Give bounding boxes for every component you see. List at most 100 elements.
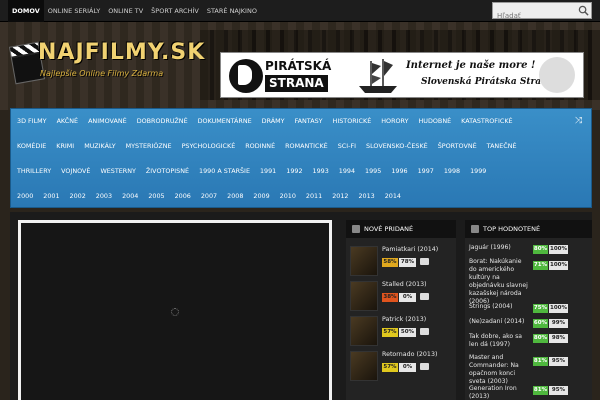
- video-camera-icon: [420, 293, 429, 300]
- genre-link-2002[interactable]: 2002: [65, 184, 91, 209]
- movie-title[interactable]: Generation Iron (2013): [469, 385, 529, 400]
- shuffle-icon[interactable]: ⤨: [575, 116, 585, 126]
- genre-link-zivotopisne[interactable]: ŽIVOTOPISNÉ: [141, 159, 194, 184]
- genre-link-1992[interactable]: 1992: [281, 159, 307, 184]
- banner-party-full-name: Slovenská Pirátska Strana: [421, 77, 554, 87]
- panel-header: TOP HODNOTENÉ: [465, 220, 592, 238]
- genre-link-2011[interactable]: 2011: [301, 184, 327, 209]
- genre-link-2012[interactable]: 2012: [327, 184, 353, 209]
- video-camera-icon: [420, 363, 429, 370]
- genre-link-tanecne[interactable]: TANEČNÉ: [482, 134, 522, 159]
- topnav-online-serialy[interactable]: ONLINE SERIÁLY: [44, 0, 104, 22]
- rating-badge: 38%: [382, 293, 398, 302]
- site-logo[interactable]: NAJFILMY.SK: [38, 40, 205, 65]
- movie-poster[interactable]: [350, 316, 378, 346]
- genre-link-2005[interactable]: 2005: [143, 184, 169, 209]
- rating-badge: 81%: [533, 386, 548, 395]
- genre-link-animovane[interactable]: ANIMOVANÉ: [83, 109, 132, 134]
- genre-link-katastroficke[interactable]: KATASTROFICKÉ: [456, 109, 517, 134]
- genre-link-rodinne[interactable]: RODINNÉ: [240, 134, 280, 159]
- rating-badge: 71%: [533, 261, 548, 270]
- list-item[interactable]: Pamiatkari (2014) 58% 78%: [350, 246, 454, 278]
- movie-title[interactable]: Strings (2004): [469, 303, 529, 311]
- film-icon: [471, 225, 479, 233]
- genre-link-psychologicke[interactable]: PSYCHOLOGICKÉ: [177, 134, 241, 159]
- movie-title[interactable]: Tak dobre, ako sa len dá (1997): [469, 333, 529, 349]
- genre-link-1993[interactable]: 1993: [308, 159, 334, 184]
- pirate-party-flag-icon: [229, 59, 263, 93]
- genre-link-2003[interactable]: 2003: [91, 184, 117, 209]
- genre-link-sportovne[interactable]: ŠPORTOVNÉ: [433, 134, 482, 159]
- genre-link-hudobne[interactable]: HUDOBNÉ: [414, 109, 457, 134]
- genre-row-2: KOMÉDIE KRIMI MUZIKÁLY MYSTERIÓZNE PSYCHOLOG…: [11, 134, 593, 159]
- panel-title: NOVÉ PRIDANÉ: [364, 225, 414, 233]
- genre-link-komedie[interactable]: KOMÉDIE: [11, 134, 51, 159]
- site-tagline: Najlepšie Online Filmy Zdarma: [40, 69, 164, 78]
- movie-poster[interactable]: [350, 246, 378, 276]
- genre-link-1995[interactable]: 1995: [360, 159, 386, 184]
- genre-link-fantasy[interactable]: FANTASY: [290, 109, 328, 134]
- genre-link-slovensko-ceske[interactable]: SLOVENSKO-ČESKÉ: [361, 134, 433, 159]
- genre-link-dokumentarne[interactable]: DOKUMENTÁRNE: [193, 109, 257, 134]
- topnav-stare-najkino[interactable]: STARÉ NAJKINO: [203, 0, 261, 22]
- genre-link-2009[interactable]: 2009: [248, 184, 274, 209]
- movie-title[interactable]: (Ne)zadaní (2014): [469, 318, 529, 326]
- likes-badge: 0%: [399, 293, 416, 302]
- video-player[interactable]: [18, 220, 332, 400]
- movie-title[interactable]: Retornado (2013): [382, 351, 437, 358]
- genre-link-romanticke[interactable]: ROMANTICKÉ: [280, 134, 333, 159]
- genre-link-krimi[interactable]: KRIMI: [51, 134, 79, 159]
- genre-link-vojnove[interactable]: VOJNOVÉ: [56, 159, 95, 184]
- genre-link-1994[interactable]: 1994: [334, 159, 360, 184]
- genre-row-3: THRILLERY VOJNOVÉ WESTERNY ŽIVOTOPISNÉ 1990 …: [11, 159, 593, 184]
- ad-banner[interactable]: PIRÁTSKÁ STRANA Internet je naše more ! …: [220, 52, 584, 98]
- party-name: PIRÁTSKÁ STRANA: [265, 58, 345, 92]
- genre-link-2008[interactable]: 2008: [222, 184, 248, 209]
- movie-title[interactable]: Master and Commander: Na opačnom konci s…: [469, 354, 529, 386]
- genre-link-historicke[interactable]: HISTORICKÉ: [328, 109, 377, 134]
- genre-link-2014[interactable]: 2014: [380, 184, 406, 209]
- list-item[interactable]: Stalled (2013) 38% 0%: [350, 281, 454, 313]
- genre-link-dobrodruzne[interactable]: DOBRODRUŽNÉ: [132, 109, 193, 134]
- genre-link-2001[interactable]: 2001: [38, 184, 64, 209]
- panel-header: NOVÉ PRIDANÉ: [346, 220, 456, 238]
- genre-link-1998[interactable]: 1998: [439, 159, 465, 184]
- topnav-sport-archiv[interactable]: ŠPORT ARCHÍV: [147, 0, 203, 22]
- genre-link-2006[interactable]: 2006: [170, 184, 196, 209]
- movie-title[interactable]: Borat: Nakúkanie do amerického kultúry n…: [469, 258, 529, 306]
- genre-link-1990-a-starsie[interactable]: 1990 A STARŠIE: [194, 159, 255, 184]
- movie-title[interactable]: Patrick (2013): [382, 316, 426, 323]
- genre-link-westerny[interactable]: WESTERNY: [95, 159, 140, 184]
- topnav-domov[interactable]: DOMOV: [8, 0, 44, 22]
- genre-link-1997[interactable]: 1997: [413, 159, 439, 184]
- movie-title[interactable]: Stalled (2013): [382, 281, 427, 288]
- genre-link-2013[interactable]: 2013: [353, 184, 379, 209]
- genre-link-2007[interactable]: 2007: [196, 184, 222, 209]
- genre-link-sci-fi[interactable]: SCI-FI: [333, 134, 361, 159]
- new-added-panel: NOVÉ PRIDANÉ Pamiatkari (2014) 58% 78% Stal…: [346, 220, 456, 400]
- genre-link-1999[interactable]: 1999: [465, 159, 491, 184]
- genre-link-1996[interactable]: 1996: [386, 159, 412, 184]
- genre-link-horory[interactable]: HORORY: [376, 109, 413, 134]
- movie-poster[interactable]: [350, 281, 378, 311]
- genre-link-1991[interactable]: 1991: [255, 159, 281, 184]
- genre-link-akcne[interactable]: AKČNÉ: [52, 109, 84, 134]
- rating-badge: 81%: [533, 357, 548, 366]
- movie-title[interactable]: Jaguár (1996): [469, 244, 529, 252]
- top-nav: DOMOV ONLINE SERIÁLY ONLINE TV ŠPORT ARC…: [8, 0, 261, 22]
- movie-poster[interactable]: [350, 351, 378, 381]
- genre-link-thrillery[interactable]: THRILLERY: [11, 159, 56, 184]
- genre-link-muzikaly[interactable]: MUZIKÁLY: [79, 134, 120, 159]
- genre-link-dramy[interactable]: DRÁMY: [257, 109, 290, 134]
- search-icon[interactable]: [578, 5, 589, 16]
- genre-link-mysteriozne[interactable]: MYSTERIÓZNE: [121, 134, 177, 159]
- genre-row-1: 3D FILMY AKČNÉ ANIMOVANÉ DOBRODRUŽNÉ DOKUMEN…: [11, 109, 593, 134]
- genre-link-2004[interactable]: 2004: [117, 184, 143, 209]
- list-item[interactable]: Patrick (2013) 57% 50%: [350, 316, 454, 348]
- list-item[interactable]: Retornado (2013) 57% 0%: [350, 351, 454, 383]
- genre-link-3d-filmy[interactable]: 3D FILMY: [11, 109, 52, 134]
- topnav-online-tv[interactable]: ONLINE TV: [104, 0, 147, 22]
- movie-title[interactable]: Pamiatkari (2014): [382, 246, 438, 253]
- genre-link-2010[interactable]: 2010: [275, 184, 301, 209]
- genre-link-2000[interactable]: 2000: [11, 184, 38, 209]
